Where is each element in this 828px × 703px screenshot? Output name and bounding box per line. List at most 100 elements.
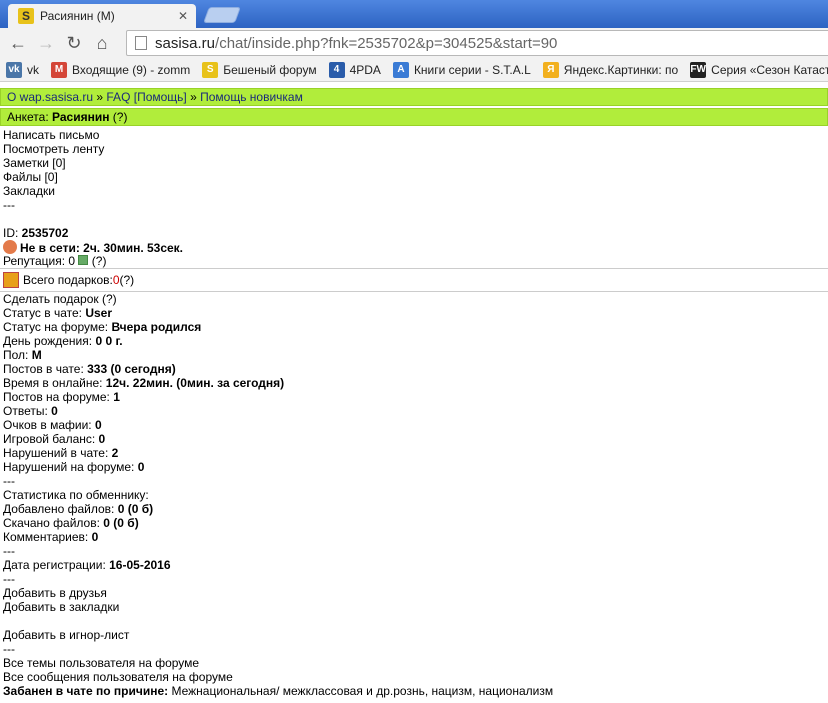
bookmark-item[interactable]: Я Яндекс.Картинки: по [542, 61, 679, 78]
forum-violations-label: Нарушений на форуме: [3, 460, 138, 474]
tab-active[interactable]: S Расиянин (М) ✕ [8, 4, 196, 28]
ban-reason: Забанен в чате по причине: Межнациональн… [3, 684, 828, 698]
reputation-help[interactable]: (?) [88, 254, 107, 268]
online-time: Время в онлайне: 12ч. 22мин. (0мин. за с… [3, 376, 828, 390]
page-content: O wap.sasisa.ru » FAQ [Помощь] » Помощь … [0, 82, 828, 698]
online-time-label: Время в онлайне: [3, 376, 106, 390]
address-bar[interactable]: sasisa.ru/chat/inside.php?fnk=2535702&p=… [126, 30, 828, 56]
breadcrumb: O wap.sasisa.ru » FAQ [Помощь] » Помощь … [0, 88, 828, 106]
id-value: 2535702 [21, 226, 69, 240]
write-message-link[interactable]: Написать письмо [3, 128, 828, 142]
chat-status-label: Статус в чате: [3, 306, 86, 320]
chat-violations: Нарушений в чате: 2 [3, 446, 828, 460]
back-icon[interactable]: ← [6, 31, 30, 55]
tab-title: Расиянин (М) [40, 9, 115, 23]
reputation-plus-icon[interactable] [78, 255, 89, 265]
registration-label: Дата регистрации: [3, 558, 110, 572]
ban-label: Забанен в чате по причине: [3, 684, 172, 698]
tab-strip: S Расиянин (М) ✕ [0, 0, 828, 28]
profile-help-link[interactable]: (?) [109, 110, 128, 124]
all-posts-link[interactable]: Все сообщения пользователя на форуме [3, 670, 828, 684]
forum-status-value: Вчера родился [111, 320, 202, 334]
breadcrumb-help[interactable]: Помощь новичкам [200, 90, 303, 104]
online-status: Не в сети: 2ч. 30мин. 53сек. [3, 240, 828, 255]
bookmark-label: Яндекс.Картинки: по [563, 62, 679, 77]
bookmark-label: Входящие (9) - zomm [72, 62, 191, 77]
bookmark-item[interactable]: S Бешеный форум [202, 61, 317, 78]
page-icon [135, 36, 147, 50]
breadcrumb-home[interactable]: O wap.sasisa.ru [7, 90, 93, 104]
gifts-help[interactable]: (?) [120, 269, 135, 291]
offline-text: Не в сети: 2ч. 30мин. 53сек. [20, 241, 184, 255]
mafia-value: 0 [94, 418, 102, 432]
yandex-images-icon: Я [542, 61, 559, 78]
comments-label: Комментариев: [3, 530, 92, 544]
forum-posts: Постов на форуме: 1 [3, 390, 828, 404]
registration-date: Дата регистрации: 16-05-2016 [3, 558, 828, 572]
mafia-points: Очков в мафии: 0 [3, 418, 828, 432]
gifts-count[interactable]: 0 [113, 269, 120, 291]
bookmark-item[interactable]: FW Серия «Сезон Катаст [690, 61, 828, 78]
bookmarks-link[interactable]: Закладки [3, 184, 828, 198]
reputation-label: Репутация: 0 [3, 254, 79, 268]
4pda-icon: 4 [328, 61, 345, 78]
mafia-label: Очков в мафии: [3, 418, 95, 432]
gmail-icon: M [51, 61, 67, 78]
tab-close-icon[interactable]: ✕ [178, 9, 188, 23]
bookmark-item[interactable]: A Книги серии - S.T.A.L [392, 61, 531, 78]
add-friend-link[interactable]: Добавить в друзья [3, 586, 828, 600]
registration-value: 16-05-2016 [109, 558, 171, 572]
add-bookmark-link[interactable]: Добавить в закладки [3, 600, 828, 614]
user-id: ID: 2535702 [3, 226, 828, 240]
new-tab-button[interactable] [203, 7, 241, 23]
forward-icon[interactable]: → [34, 31, 58, 55]
forum-posts-label: Постов на форуме: [3, 390, 114, 404]
make-gift-link[interactable]: Сделать подарок (?) [3, 292, 828, 306]
chat-posts-value: 333 (0 сегодня) [87, 362, 176, 376]
breadcrumb-separator: » [93, 90, 107, 104]
bookmark-item[interactable]: M Входящие (9) - zomm [51, 61, 191, 78]
forum-posts-value: 1 [113, 390, 120, 404]
sex: Пол: М [3, 348, 828, 362]
answers-value: 0 [51, 404, 58, 418]
breadcrumb-separator: » [186, 90, 201, 104]
files-downloaded: Скачано файлов: 0 (0 б) [3, 516, 828, 530]
url-path: /chat/inside.php?fnk=2535702&p=304525&st… [215, 34, 558, 52]
breadcrumb-faq[interactable]: FAQ [Помощь] [106, 90, 186, 104]
view-feed-link[interactable]: Посмотреть ленту [3, 142, 828, 156]
reload-icon[interactable]: ↻ [62, 31, 86, 55]
reputation: Репутация: 0 (?) [3, 254, 828, 268]
separator: --- [3, 572, 15, 586]
vk-icon: vk [6, 61, 22, 78]
files-link[interactable]: Файлы [0] [3, 170, 828, 184]
game-balance-label: Игровой баланс: [3, 432, 99, 446]
separator: --- [3, 642, 15, 656]
notes-link[interactable]: Заметки [0] [3, 156, 828, 170]
forum-violations-value: 0 [137, 460, 145, 474]
bookmark-label: vk [27, 62, 39, 77]
url-host: sasisa.ru [155, 34, 216, 52]
exchange-stats-title: Статистика по обменнику: [3, 488, 149, 502]
game-balance: Игровой баланс: 0 [3, 432, 828, 446]
chat-status: Статус в чате: User [3, 306, 828, 320]
comments-value: 0 [91, 530, 99, 544]
all-topics-link[interactable]: Все темы пользователя на форуме [3, 656, 828, 670]
files-added: Добавлено файлов: 0 (0 б) [3, 502, 828, 516]
chat-posts-label: Постов в чате: [3, 362, 88, 376]
files-added-label: Добавлено файлов: [3, 502, 118, 516]
sex-label: Пол: [3, 348, 32, 362]
files-downloaded-label: Скачано файлов: [3, 516, 104, 530]
separator: --- [3, 474, 15, 488]
home-icon[interactable]: ⌂ [90, 31, 114, 55]
sasisa-icon: S [202, 61, 219, 78]
chat-posts: Постов в чате: 333 (0 сегодня) [3, 362, 828, 376]
bookmark-item[interactable]: vk vk [6, 61, 39, 78]
profile-name: Расиянин [52, 110, 110, 124]
chat-violations-label: Нарушений в чате: [3, 446, 112, 460]
bookmark-item[interactable]: 4 4PDA [328, 61, 381, 78]
toolbar: ← → ↻ ⌂ sasisa.ru/chat/inside.php?fnk=25… [0, 28, 828, 58]
gift-icon [3, 272, 19, 288]
android-icon: A [392, 61, 409, 78]
bookmarks-bar: vk vk M Входящие (9) - zomm S Бешеный форум 4 4… [0, 58, 828, 82]
add-ignore-link[interactable]: Добавить в игнор-лист [3, 628, 828, 642]
